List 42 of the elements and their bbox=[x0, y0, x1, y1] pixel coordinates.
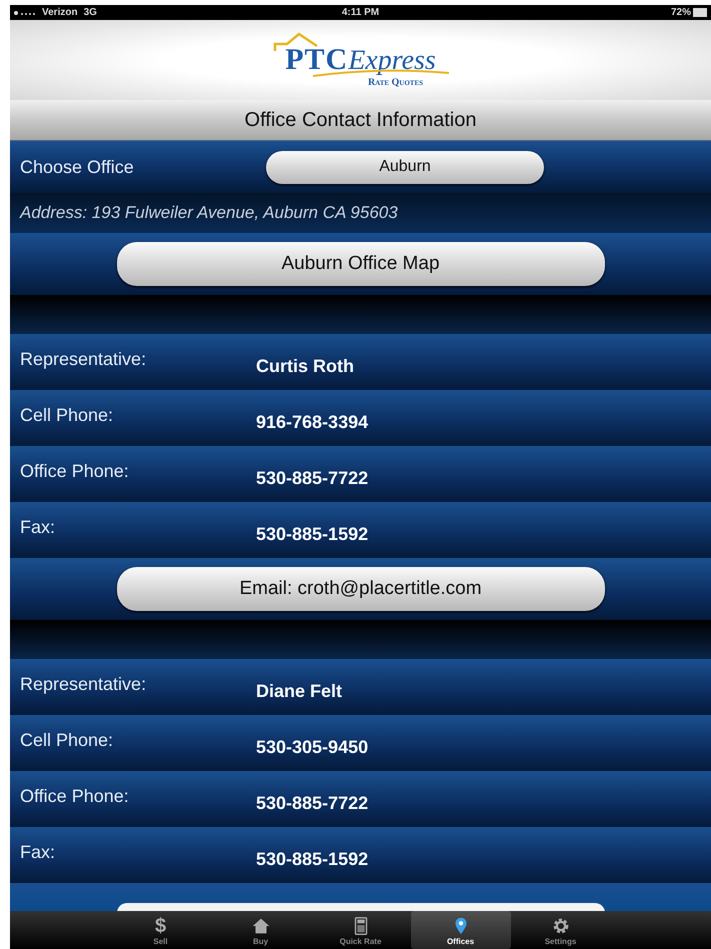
tab[interactable]: Buy bbox=[210, 911, 310, 949]
field-label: Cell Phone: bbox=[19, 404, 114, 426]
tab-label: Settings bbox=[544, 937, 576, 947]
field-value: 530-885-7722 bbox=[256, 792, 368, 814]
field-label: Representative: bbox=[19, 674, 148, 694]
field-label: Office Phone: bbox=[19, 460, 130, 482]
dollar-icon: $ bbox=[154, 915, 166, 937]
office-picker[interactable]: Auburn bbox=[266, 150, 544, 184]
map-button[interactable]: Auburn Office Map bbox=[116, 242, 604, 286]
network-type: 3G bbox=[84, 7, 97, 18]
address-text: Address: 193 Fulweiler Avenue, Auburn CA 95603 bbox=[10, 193, 711, 233]
field-label: Choose Office bbox=[19, 156, 135, 178]
field-value: 530-305-9450 bbox=[256, 736, 368, 758]
tab-label: Quick Rate bbox=[340, 937, 382, 947]
tab[interactable]: $ Sell bbox=[110, 911, 210, 949]
carrier: Verizon bbox=[42, 7, 78, 18]
tab[interactable]: Quick Rate bbox=[310, 911, 410, 949]
field-value: Curtis Roth bbox=[256, 356, 354, 376]
logo-name: Express bbox=[348, 47, 436, 75]
field-value: 530-885-1592 bbox=[256, 524, 368, 544]
logo-tagline: Rate Quotes bbox=[368, 77, 424, 88]
tab-label: Offices bbox=[446, 937, 474, 947]
field-value: 530-885-7722 bbox=[256, 468, 368, 488]
tab-label: Sell bbox=[153, 937, 168, 947]
tab-label: Buy bbox=[252, 937, 268, 947]
field-label: Fax: bbox=[19, 842, 56, 862]
field-value: 916-768-3394 bbox=[256, 412, 368, 432]
tab[interactable]: Offices bbox=[410, 911, 510, 949]
field-label: Office Phone: bbox=[19, 786, 130, 806]
field-label: Cell Phone: bbox=[19, 730, 114, 750]
field-value: 530-885-1592 bbox=[256, 848, 368, 870]
field-label: Representative: bbox=[19, 348, 148, 370]
field-value: Diane Felt bbox=[256, 680, 342, 702]
field-label: Fax: bbox=[19, 516, 56, 538]
screen-title: Office Contact Information bbox=[10, 100, 711, 141]
logo-brand: PTC bbox=[285, 46, 348, 74]
clock: 4:11 PM bbox=[342, 7, 380, 18]
email-button[interactable]: Email: croth@placertitle.com bbox=[116, 567, 604, 611]
battery-level: 72% bbox=[670, 7, 691, 18]
tab[interactable]: Settings bbox=[510, 911, 610, 949]
signal-icon bbox=[14, 10, 36, 14]
battery-icon bbox=[693, 8, 707, 17]
